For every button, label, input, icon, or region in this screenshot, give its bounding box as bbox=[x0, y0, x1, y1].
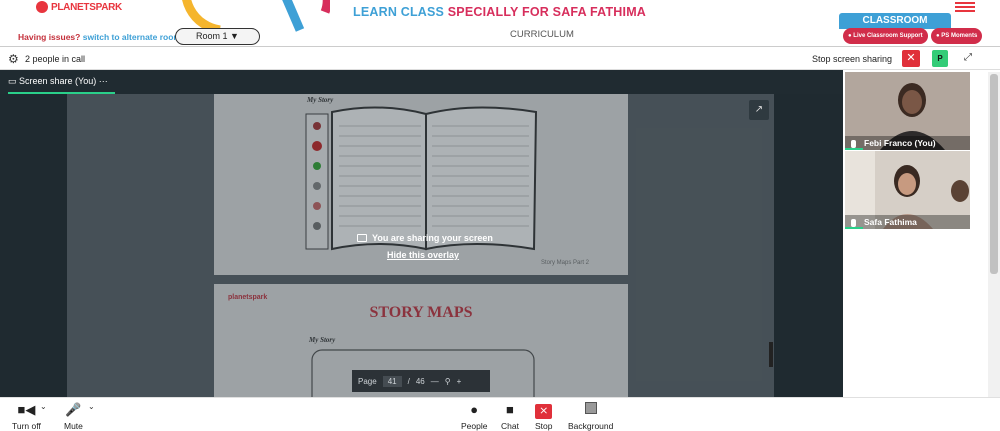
fullscreen-icon[interactable]: ⤢ bbox=[964, 52, 972, 63]
room-selector[interactable]: Room 1 ▼ bbox=[175, 28, 260, 45]
stop-share-button[interactable]: ⨯ Stop bbox=[535, 401, 553, 431]
speaking-indicator bbox=[845, 148, 863, 150]
camera-icon: ■◀ bbox=[17, 402, 36, 417]
pager-label: Page bbox=[358, 376, 377, 386]
participant-name: Safa Fathima bbox=[864, 217, 917, 227]
stage-tab-row: ▭ Screen share (You) ··· bbox=[0, 70, 843, 94]
chevron-down-icon[interactable]: ⌄ bbox=[40, 402, 47, 411]
sharing-message: You are sharing your screen bbox=[357, 233, 493, 243]
participant-name: Febi Franco (You) bbox=[864, 138, 936, 148]
hamburger-menu-icon[interactable] bbox=[955, 0, 975, 14]
ps-moments-label: PS Moments bbox=[941, 33, 978, 39]
page-separator: / bbox=[407, 376, 410, 386]
planetspark-logo: PLANETSPARK bbox=[36, 1, 122, 13]
background-icon bbox=[568, 401, 613, 418]
chevron-down-icon[interactable]: ⌄ bbox=[88, 402, 95, 411]
chat-icon: ■ bbox=[506, 402, 514, 417]
camera-button[interactable]: ■◀ Turn off bbox=[12, 401, 41, 431]
zoom-out-icon[interactable]: — bbox=[431, 377, 439, 386]
page-total: 46 bbox=[415, 376, 425, 386]
participant-avatar-button[interactable]: P bbox=[932, 50, 948, 67]
screen-share-tab-label: Screen share (You) bbox=[19, 76, 97, 86]
stop-sharing-button[interactable]: ✕ bbox=[902, 50, 920, 67]
microphone-icon bbox=[851, 139, 856, 148]
close-icon: ✕ bbox=[906, 52, 916, 64]
present-screen-icon bbox=[357, 234, 367, 242]
screen-share-tab[interactable]: ▭ Screen share (You) ··· bbox=[8, 76, 108, 87]
pdf-pager: Page 41 / 46 — ⚲ + bbox=[352, 370, 490, 392]
stop-sharing-label[interactable]: Stop screen sharing bbox=[812, 54, 892, 64]
zoom-search-icon[interactable]: ⚲ bbox=[445, 377, 451, 386]
participant-name-bar: Safa Fathima bbox=[845, 215, 970, 229]
class-title: LEARN CLASS SPECIALLY FOR SAFA FATHIMA bbox=[353, 5, 646, 19]
participant-name-bar: Febi Franco (You) bbox=[845, 136, 970, 150]
curriculum-link[interactable]: CURRICULUM bbox=[510, 29, 574, 40]
zoom-in-icon[interactable]: + bbox=[457, 377, 462, 386]
ps-moments-button[interactable]: ● PS Moments bbox=[931, 28, 983, 44]
screen-share-icon: ▭ bbox=[8, 76, 17, 86]
mute-button[interactable]: 🎤 Mute bbox=[64, 401, 83, 431]
live-support-button[interactable]: ● Live Classroom Support bbox=[843, 28, 928, 44]
people-count: 2 people in call bbox=[25, 54, 86, 64]
issues-text: Having issues? bbox=[18, 32, 81, 42]
background-button[interactable]: Background bbox=[568, 401, 613, 431]
people-button[interactable]: ● People bbox=[461, 401, 487, 431]
sharing-overlay bbox=[67, 94, 774, 397]
vertical-scrollbar[interactable] bbox=[988, 72, 1000, 397]
logo-mark-icon bbox=[36, 1, 48, 13]
page-number-input[interactable]: 41 bbox=[382, 375, 402, 387]
participant-tile-febi[interactable]: Febi Franco (You) bbox=[845, 72, 970, 150]
room-label: Room 1 bbox=[196, 31, 228, 41]
call-toolbar: ⚙ 2 people in call Stop screen sharing ✕… bbox=[0, 46, 1000, 70]
stop-share-icon: ⨯ bbox=[535, 401, 553, 419]
microphone-icon: 🎤 bbox=[65, 402, 82, 417]
chat-button[interactable]: ■ Chat bbox=[501, 401, 519, 431]
bottom-controls: ■◀ Turn off ⌄ 🎤 Mute ⌄ ● People ■ Chat ⨯… bbox=[0, 397, 1000, 431]
gear-icon[interactable]: ⚙ bbox=[8, 52, 19, 66]
speaking-indicator bbox=[845, 227, 863, 229]
microphone-icon bbox=[851, 218, 856, 227]
live-support-label: Live Classroom Support bbox=[853, 33, 923, 39]
popout-icon[interactable]: ↗ bbox=[749, 100, 769, 120]
more-options-icon[interactable]: ··· bbox=[99, 76, 108, 86]
switch-room-link[interactable]: switch to alternate room bbox=[83, 32, 181, 42]
class-title-part1: LEARN CLASS bbox=[353, 5, 448, 19]
document-scroll-handle[interactable] bbox=[769, 342, 773, 367]
hide-overlay-link[interactable]: Hide this overlay bbox=[387, 250, 459, 260]
classroom-tab[interactable]: CLASSROOM bbox=[839, 13, 951, 29]
dropdown-triangle-icon: ▼ bbox=[230, 31, 239, 41]
shared-screen: My Story Story Maps Part 2 planetspark S… bbox=[67, 94, 774, 397]
participant-tile-safa[interactable]: Safa Fathima bbox=[845, 151, 970, 229]
sharing-message-text: You are sharing your screen bbox=[372, 233, 493, 243]
issues-notice: Having issues? switch to alternate room bbox=[18, 32, 181, 42]
logo-text: PLANETSPARK bbox=[51, 1, 122, 13]
scrollbar-thumb[interactable] bbox=[990, 74, 998, 274]
top-header: PLANETSPARK LEARN CLASS SPECIALLY FOR SA… bbox=[0, 0, 1000, 45]
person-icon: ● bbox=[470, 402, 479, 417]
class-title-part2: SPECIALLY FOR SAFA FATHIMA bbox=[447, 5, 647, 19]
